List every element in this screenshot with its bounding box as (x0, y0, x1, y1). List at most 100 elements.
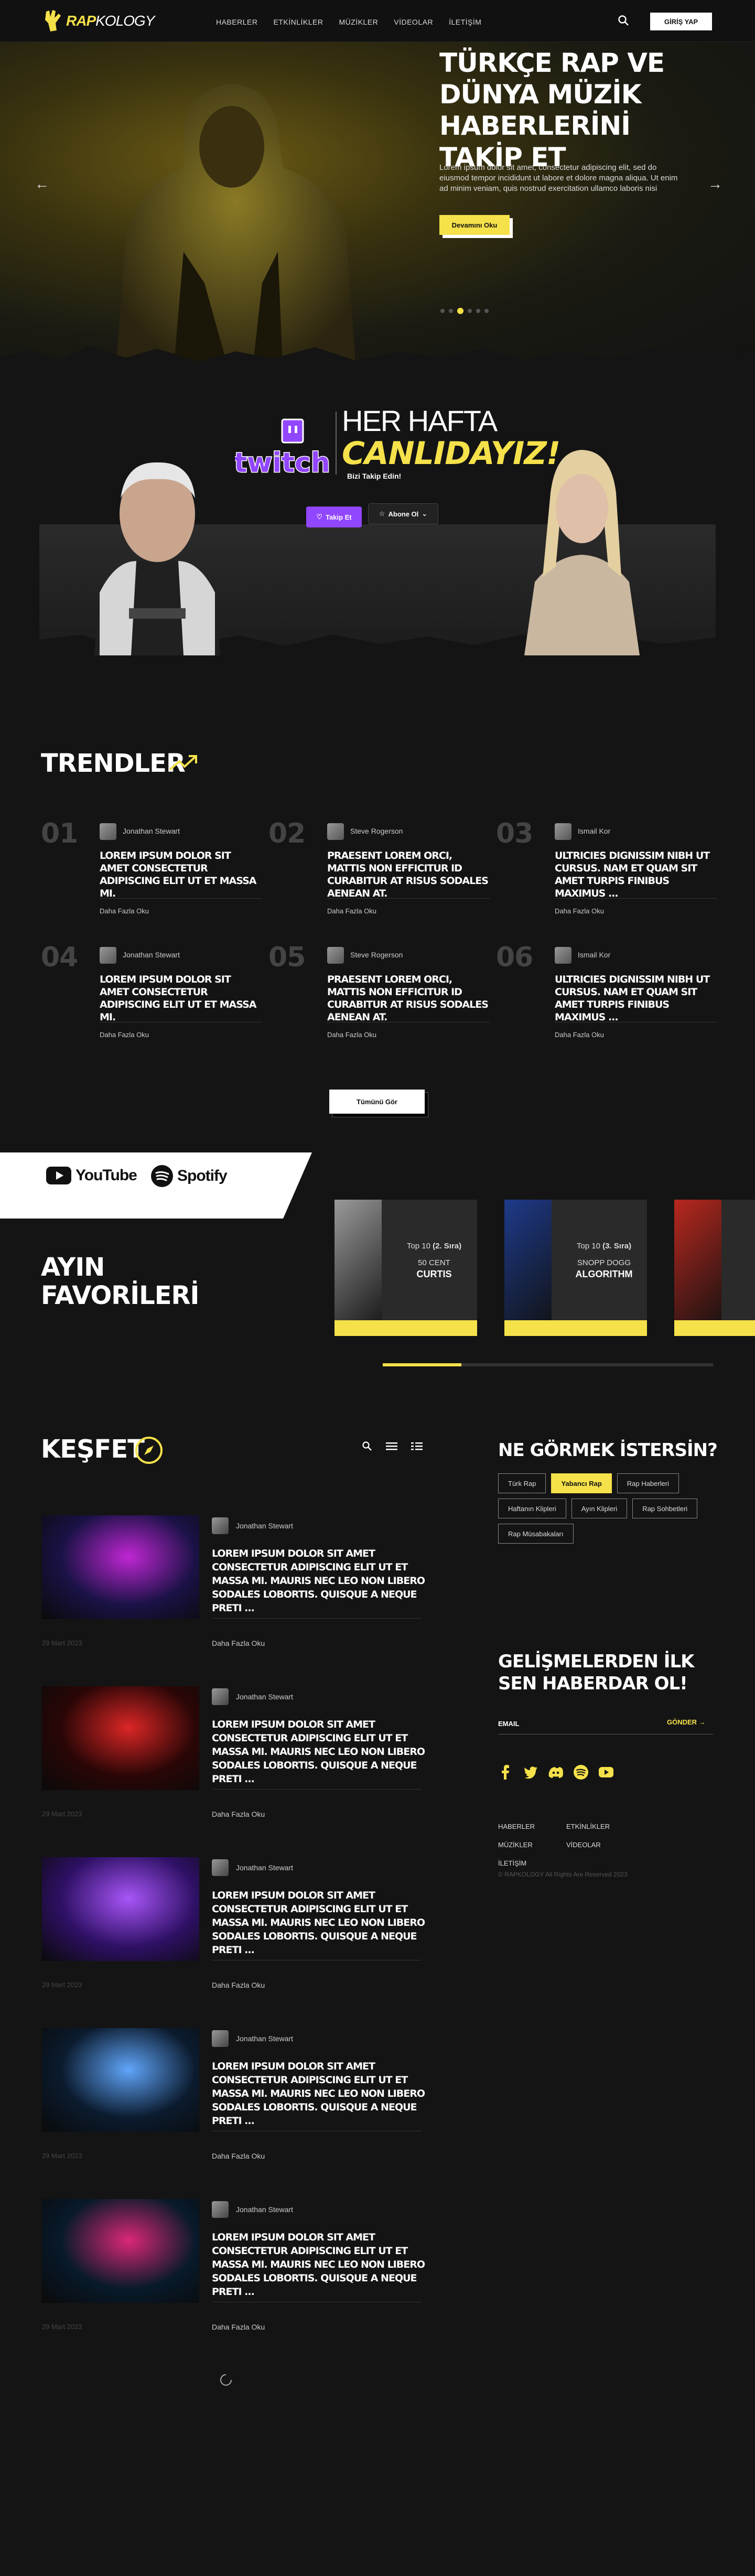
post-card[interactable]: 29 Mart 2023 Jonathan Stewart LOREM IPSUM … (42, 2028, 425, 2180)
read-more-link[interactable]: Daha Fazla Oku (555, 1031, 604, 1039)
slider-dot[interactable] (449, 309, 453, 313)
category-chip[interactable]: Rap Müsabakaları (498, 1524, 574, 1544)
send-button[interactable]: GÖNDER → (667, 1718, 706, 1726)
post-headline[interactable]: LOREM IPSUM DOLOR SIT AMET CONSECTETUR A… (212, 2060, 427, 2128)
twitch-follow-button[interactable]: ♡ Takip Et (306, 506, 362, 527)
avatar (212, 2030, 229, 2047)
list-view-icon[interactable] (386, 1441, 397, 1451)
favorite-card[interactable]: Top 10 (2. Sıra) 50 CENT CURTIS (335, 1200, 477, 1336)
post-image[interactable] (42, 2199, 199, 2303)
nav-haberler[interactable]: HABERLER (216, 18, 257, 26)
post-headline[interactable]: LOREM IPSUM DOLOR SIT AMET CONSECTETUR A… (212, 1718, 427, 1786)
arrow-right-icon[interactable]: → (708, 176, 722, 192)
youtube-logo[interactable]: YouTube (46, 1167, 137, 1184)
trend-headline[interactable]: PRAESENT LOREM ORCI, MATTIS NON EFFICITU… (327, 849, 490, 900)
youtube-icon (46, 1167, 71, 1184)
read-more-link[interactable]: Daha Fazla Oku (212, 2152, 265, 2160)
avatar (327, 823, 344, 840)
favorite-card[interactable]: Top R (674, 1200, 755, 1336)
slider-dot[interactable] (476, 309, 480, 313)
twitch-heading-line2: CANLIDAYIZ! (342, 435, 560, 472)
slider-dot[interactable] (484, 309, 489, 313)
post-image[interactable] (42, 1686, 199, 1790)
trend-author: Ismail Kor (578, 827, 611, 835)
read-more-link[interactable]: Daha Fazla Oku (212, 1639, 265, 1647)
post-headline[interactable]: LOREM IPSUM DOLOR SIT AMET CONSECTETUR A… (212, 1889, 427, 1957)
read-more-link[interactable]: Daha Fazla Oku (327, 1031, 376, 1039)
youtube-icon[interactable] (599, 1765, 613, 1780)
slider-dot[interactable] (440, 309, 445, 313)
divider (555, 898, 717, 899)
category-chip[interactable]: Rap Sohbetleri (632, 1499, 698, 1518)
category-chip[interactable]: Haftanın Klipleri (498, 1499, 566, 1518)
discord-icon[interactable] (548, 1765, 563, 1780)
trend-card[interactable]: 01 Jonathan Stewart LOREM IPSUM DOLOR SIT … (41, 818, 262, 923)
trend-card[interactable]: 05 Steve Rogerson PRAESENT LOREM ORCI, MAT… (268, 942, 490, 1047)
trend-card[interactable]: 06 Ismail Kor ULTRICIES DIGNISSIM NIBH UT … (496, 942, 717, 1047)
footer-link-etkinlikler[interactable]: ETKİNLİKLER (566, 1823, 634, 1830)
search-icon[interactable] (362, 1441, 372, 1451)
trend-headline[interactable]: LOREM IPSUM DOLOR SIT AMET CONSECTETUR A… (100, 849, 262, 900)
detail-view-icon[interactable] (411, 1441, 423, 1451)
post-image[interactable] (42, 1857, 199, 1961)
post-card[interactable]: 29 Mart 2023 Jonathan Stewart LOREM IPSUM … (42, 1686, 425, 1838)
trend-headline[interactable]: PRAESENT LOREM ORCI, MATTIS NON EFFICITU… (327, 973, 490, 1023)
post-headline[interactable]: LOREM IPSUM DOLOR SIT AMET CONSECTETUR A… (212, 2230, 427, 2299)
read-more-link[interactable]: Daha Fazla Oku (555, 907, 604, 915)
arrow-left-icon[interactable]: ← (35, 176, 49, 192)
nav-videolar[interactable]: VİDEOLAR (394, 18, 433, 26)
social-links (498, 1765, 613, 1780)
login-button[interactable]: GİRİŞ YAP (650, 13, 712, 30)
read-more-link[interactable]: Daha Fazla Oku (212, 2323, 265, 2331)
trend-headline[interactable]: LOREM IPSUM DOLOR SIT AMET CONSECTETUR A… (100, 973, 262, 1023)
spotify-icon[interactable] (574, 1765, 588, 1780)
read-more-link[interactable]: Daha Fazla Oku (212, 1810, 265, 1818)
category-chip[interactable]: Yabancı Rap (551, 1473, 612, 1493)
logo[interactable]: RAPKOLOGY (43, 9, 155, 33)
post-image[interactable] (42, 1515, 199, 1619)
read-more-link[interactable]: Daha Fazla Oku (327, 907, 376, 915)
nav-muzikler[interactable]: MÜZİKLER (339, 18, 378, 26)
post-image[interactable] (42, 2028, 199, 2132)
twitter-icon[interactable] (523, 1765, 538, 1780)
read-more-link[interactable]: Daha Fazla Oku (212, 1981, 265, 1989)
favorite-card[interactable]: Top 10 (3. Sıra) SNOPP DOGG ALGORITHM (504, 1200, 647, 1336)
favorites-scrollbar-thumb[interactable] (383, 1363, 461, 1366)
trend-headline[interactable]: ULTRICIES DIGNISSIM NIBH UT CURSUS. NAM … (555, 849, 717, 900)
trend-number: 05 (268, 942, 306, 973)
footer-link-videolar[interactable]: VİDEOLAR (566, 1841, 634, 1849)
trend-number: 02 (268, 818, 306, 849)
twitch-logo[interactable]: twitch (235, 409, 329, 488)
spotify-logo[interactable]: Spotify (151, 1165, 228, 1187)
footer-link-haberler[interactable]: HABERLER (498, 1823, 566, 1830)
post-card[interactable]: 29 Mart 2023 Jonathan Stewart LOREM IPSUM … (42, 1857, 425, 2009)
trend-card[interactable]: 02 Steve Rogerson PRAESENT LOREM ORCI, MAT… (268, 818, 490, 923)
trend-card[interactable]: 03 Ismail Kor ULTRICIES DIGNISSIM NIBH UT … (496, 818, 717, 923)
read-more-link[interactable]: Daha Fazla Oku (100, 907, 149, 915)
category-chip[interactable]: Türk Rap (498, 1473, 546, 1493)
trend-headline[interactable]: ULTRICIES DIGNISSIM NIBH UT CURSUS. NAM … (555, 973, 717, 1023)
category-chip[interactable]: Rap Haberleri (617, 1473, 679, 1493)
slider-dot[interactable] (468, 309, 472, 313)
trend-card[interactable]: 04 Jonathan Stewart LOREM IPSUM DOLOR SIT … (41, 942, 262, 1047)
nav-etkinlikler[interactable]: ETKİNLİKLER (273, 18, 323, 26)
post-author: Jonathan Stewart (236, 1863, 293, 1872)
trends-title: TRENDLER (41, 749, 186, 778)
trend-author: Steve Rogerson (350, 951, 403, 959)
search-icon[interactable] (618, 15, 629, 26)
avatar (100, 823, 116, 840)
read-more-link[interactable]: Daha Fazla Oku (100, 1031, 149, 1039)
nav-iletisim[interactable]: İLETİŞİM (449, 18, 481, 26)
post-card[interactable]: 29 Mart 2023 Jonathan Stewart LOREM IPSUM … (42, 1515, 425, 1667)
slider-dot-active[interactable] (457, 308, 463, 314)
filter-title: NE GÖRMEK İSTERSİN? (498, 1440, 718, 1461)
category-chip[interactable]: Ayın Klipleri (571, 1499, 628, 1518)
post-card[interactable]: 29 Mart 2023 Jonathan Stewart LOREM IPSUM … (42, 2199, 425, 2351)
see-all-button[interactable]: Tümünü Gör (329, 1090, 425, 1114)
twitch-subscribe-button[interactable]: ☆ Abone Ol ⌄ (368, 503, 438, 524)
post-headline[interactable]: LOREM IPSUM DOLOR SIT AMET CONSECTETUR A… (212, 1547, 427, 1615)
read-more-button[interactable]: Devamını Oku (439, 215, 510, 235)
facebook-icon[interactable] (498, 1765, 513, 1780)
footer-link-muzikler[interactable]: MÜZİKLER (498, 1841, 566, 1849)
footer-link-iletisim[interactable]: İLETİŞİM (498, 1859, 566, 1867)
